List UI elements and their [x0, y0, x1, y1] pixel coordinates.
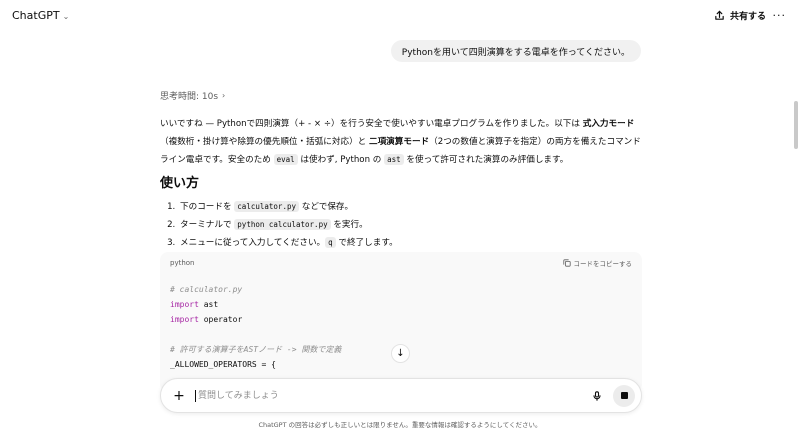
intro-text-5: は使わず, Python の	[297, 155, 385, 165]
intro-text-1: いいですね — Pythonで四則演算（	[160, 119, 299, 129]
copy-code-button[interactable]: コードをコピーする	[562, 258, 633, 268]
inline-code: python calculator.py	[234, 219, 331, 230]
microphone-icon	[593, 390, 601, 401]
intro-bold-expression-mode: 式入力モード	[582, 119, 635, 129]
step-text: ターミナルで	[180, 220, 235, 230]
intro-text-3: （複数桁・掛け算や除算の優先順位・括弧に対応）と	[160, 137, 369, 147]
inline-code-ast: ast	[384, 154, 404, 165]
arrow-down-icon: ↓	[396, 348, 405, 359]
message-input[interactable]	[195, 389, 589, 402]
share-label: 共有する	[729, 12, 766, 22]
usage-heading: 使い方	[160, 176, 200, 191]
list-item: 下のコードを calculator.py などで保存。	[178, 198, 642, 216]
chevron-down-icon: ⌄	[62, 11, 70, 21]
code-block-header: python コードをコピーする	[160, 252, 642, 274]
step-text: を実行。	[330, 220, 368, 230]
code-block: python コードをコピーする # calculator.py import …	[160, 252, 642, 392]
inline-code: q	[325, 237, 336, 248]
top-bar: ChatGPT ⌄ 共有する	[0, 0, 800, 31]
step-text: 下のコードを	[180, 202, 235, 212]
step-text: メニューに従って入力してください。	[180, 238, 326, 248]
code-keyword: import	[170, 300, 199, 309]
share-icon	[715, 10, 724, 20]
share-button[interactable]: 共有する	[714, 9, 766, 22]
dictate-button[interactable]	[589, 388, 605, 404]
code-language-label: python	[170, 259, 195, 267]
usage-steps-list: 下のコードを calculator.py などで保存。 ターミナルで pytho…	[160, 198, 642, 252]
scroll-to-bottom-button[interactable]: ↓	[391, 344, 410, 363]
stop-generating-button[interactable]	[613, 384, 635, 407]
intro-bold-binary-mode: 二項演算モード	[368, 137, 430, 147]
intro-operators: + - × ÷	[298, 119, 332, 129]
model-name: ChatGPT	[12, 9, 60, 22]
intro-paragraph: いいですね — Pythonで四則演算（+ - × ÷）を行う安全で使いやすい電…	[160, 115, 642, 169]
code-line: _ALLOWED_OPERATORS = {	[170, 360, 276, 369]
add-attachment-button[interactable]: +	[171, 388, 187, 404]
list-item: メニューに従って入力してください。q で終了します。	[178, 234, 642, 252]
model-selector[interactable]: ChatGPT ⌄	[12, 9, 69, 22]
disclaimer-footer: ChatGPT の回答は必ずしも正しいとは限りません。重要な情報は確認するように…	[258, 421, 542, 429]
scrollbar[interactable]	[792, 31, 800, 431]
list-item: ターミナルで python calculator.py を実行。	[178, 216, 642, 234]
intro-text-2: ）を行う安全で使いやすい電卓プログラムを作りました。以下は	[331, 119, 583, 129]
thinking-time-toggle[interactable]: 思考時間: 10s ›	[160, 88, 642, 102]
intro-text-6: を使って許可された演算のみ評価します。	[403, 155, 569, 165]
stop-icon	[620, 392, 628, 399]
code-line: operator	[198, 315, 243, 324]
code-keyword: import	[170, 315, 199, 324]
chevron-right-icon: ›	[222, 90, 226, 100]
code-line: # calculator.py	[170, 285, 243, 294]
scrollbar-thumb[interactable]	[794, 101, 798, 149]
copy-code-label: コードをコピーする	[573, 260, 633, 268]
step-text: などで保存。	[299, 202, 354, 212]
more-options-icon[interactable]: ···	[773, 9, 787, 22]
copy-icon	[562, 259, 571, 267]
code-line: ast	[198, 300, 219, 309]
code-line: # 許可する演算子をASTノード -> 関数で定義	[170, 345, 342, 354]
user-message-bubble: Pythonを用いて四則演算をする電卓を作ってください。	[390, 40, 641, 62]
composer: +	[160, 378, 642, 413]
inline-code: calculator.py	[234, 201, 299, 212]
user-message-text: Pythonを用いて四則演算をする電卓を作ってください。	[401, 47, 630, 58]
inline-code-eval: eval	[273, 154, 298, 165]
step-text: で終了します。	[335, 238, 398, 248]
thinking-time-label: 思考時間: 10s	[160, 91, 219, 102]
assistant-message: 思考時間: 10s › いいですね — Pythonで四則演算（+ - × ÷）…	[160, 88, 642, 252]
